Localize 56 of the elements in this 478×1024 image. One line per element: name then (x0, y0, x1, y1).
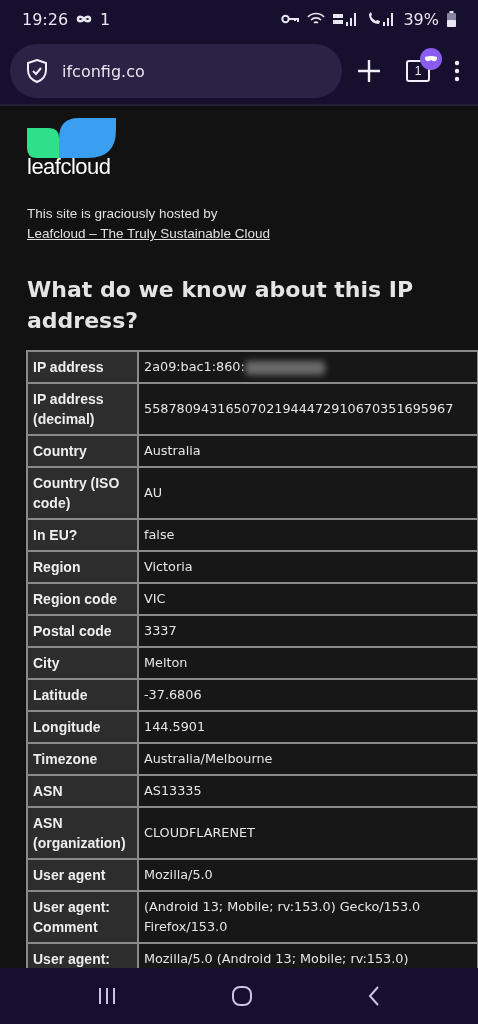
infinity-icon (76, 14, 93, 24)
wifi-icon (307, 12, 326, 26)
row-label: City (28, 648, 137, 678)
clock-time: 19:26 (22, 9, 69, 29)
row-value: false (139, 520, 477, 550)
host-link[interactable]: Leafcloud – The Truly Sustainable Cloud (27, 224, 270, 244)
new-tab-button[interactable] (356, 58, 382, 84)
notification-count: 1 (100, 9, 111, 29)
row-label: Region (28, 552, 137, 582)
row-label: User agent: (28, 944, 137, 968)
row-label: Country (28, 436, 137, 466)
battery-icon (447, 11, 456, 27)
row-label: Country (ISO code) (28, 468, 137, 518)
private-mask-icon (420, 48, 442, 70)
row-value: AS13335 (139, 776, 477, 806)
row-value: 55878094316507021944472910670351695967 (139, 384, 477, 434)
row-value: Mozilla/5.0 (139, 860, 477, 890)
logo-text: leafcloud (27, 156, 111, 178)
row-value: Australia/Melbourne (139, 744, 477, 774)
row-value: Australia (139, 436, 477, 466)
address-bar[interactable]: ifconfig.co (10, 44, 342, 98)
menu-icon[interactable] (454, 60, 460, 82)
row-value: AU (139, 468, 477, 518)
row-label: ASN (organization) (28, 808, 137, 858)
key-icon (281, 14, 300, 24)
row-value: -37.6806 (139, 680, 477, 710)
row-value: 144.5901 (139, 712, 477, 742)
home-button[interactable] (232, 986, 252, 1006)
hosted-by-text: This site is graciously hosted by (27, 205, 219, 223)
battery-percent: 39% (403, 9, 439, 29)
shield-check-icon (26, 59, 48, 83)
row-value: Melton (139, 648, 477, 678)
row-label: ASN (28, 776, 137, 806)
row-label: Latitude (28, 680, 137, 710)
row-value: Victoria (139, 552, 477, 582)
row-label: Postal code (28, 616, 137, 646)
row-label: Longitude (28, 712, 137, 742)
row-value: Mozilla/5.0 (Android 13; Mobile; rv:153.0) (139, 944, 477, 968)
call-signal-icon (367, 12, 396, 26)
row-label: In EU? (28, 520, 137, 550)
row-label: Timezone (28, 744, 137, 774)
row-label: IP address (28, 352, 137, 382)
row-value: CLOUDFLARENET (139, 808, 477, 858)
row-value: (Android 13; Mobile; rv:153.0) Gecko/153.0 Firefox/153.0 (139, 892, 477, 942)
row-label: User agent: Comment (28, 892, 137, 942)
row-value: 3337 (139, 616, 477, 646)
row-label: IP address (decimal) (28, 384, 137, 434)
row-label: Region code (28, 584, 137, 614)
row-label: User agent (28, 860, 137, 890)
page-heading: What do we know about this IP address? (27, 276, 415, 335)
leaf-logo-icon (27, 118, 117, 158)
back-button[interactable] (368, 986, 380, 1006)
row-value: VIC (139, 584, 477, 614)
recent-apps-button[interactable] (98, 987, 116, 1005)
row-value: 2a09:bac1:860: (139, 352, 477, 382)
url-text: ifconfig.co (62, 61, 145, 81)
